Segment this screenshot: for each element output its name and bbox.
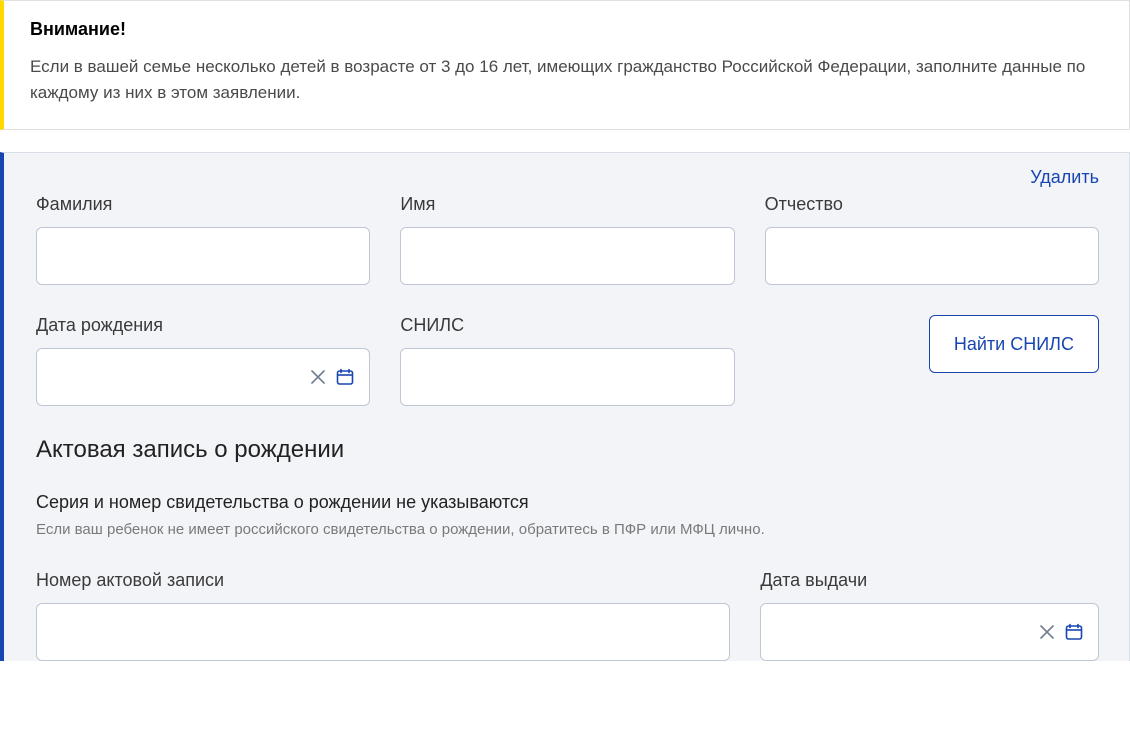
name-label: Имя	[400, 194, 734, 215]
issue-date-input[interactable]	[775, 604, 1034, 660]
name-input[interactable]	[400, 227, 734, 285]
birth-snils-row: Дата рождения СНИЛС Найти СНИЛС	[36, 315, 1099, 406]
birthdate-input[interactable]	[51, 349, 305, 405]
surname-field: Фамилия	[36, 194, 370, 285]
birth-record-subheading: Серия и номер свидетельства о рождении н…	[36, 492, 1099, 513]
patronymic-label: Отчество	[765, 194, 1099, 215]
birthdate-input-wrap	[36, 348, 370, 406]
surname-label: Фамилия	[36, 194, 370, 215]
issue-date-clear-button[interactable]	[1034, 619, 1060, 645]
issue-date-field: Дата выдачи	[760, 570, 1099, 661]
attention-alert: Внимание! Если в вашей семье несколько д…	[0, 0, 1130, 130]
calendar-icon	[335, 367, 355, 387]
alert-text: Если в вашей семье несколько детей в воз…	[30, 54, 1105, 105]
record-number-input[interactable]	[36, 603, 730, 661]
name-row: Фамилия Имя Отчество	[36, 194, 1099, 285]
surname-input[interactable]	[36, 227, 370, 285]
issue-date-calendar-button[interactable]	[1060, 618, 1088, 646]
birth-record-heading: Актовая запись о рождении	[36, 436, 1099, 464]
alert-title: Внимание!	[30, 19, 1105, 40]
birthdate-label: Дата рождения	[36, 315, 370, 336]
calendar-icon	[1064, 622, 1084, 642]
snils-input[interactable]	[400, 348, 734, 406]
record-number-label: Номер актовой записи	[36, 570, 730, 591]
delete-row: Удалить	[36, 167, 1099, 188]
snils-label: СНИЛС	[400, 315, 734, 336]
birthdate-clear-button[interactable]	[305, 364, 331, 390]
birthdate-calendar-button[interactable]	[331, 363, 359, 391]
patronymic-field: Отчество	[765, 194, 1099, 285]
issue-date-input-wrap	[760, 603, 1099, 661]
delete-link[interactable]: Удалить	[1030, 167, 1099, 187]
record-number-field: Номер актовой записи	[36, 570, 730, 661]
find-snils-button[interactable]: Найти СНИЛС	[929, 315, 1099, 373]
close-icon	[1038, 623, 1056, 641]
issue-date-label: Дата выдачи	[760, 570, 1099, 591]
birthdate-field: Дата рождения	[36, 315, 370, 406]
close-icon	[309, 368, 327, 386]
find-snils-wrap: Найти СНИЛС	[765, 315, 1099, 406]
record-row: Номер актовой записи Дата выдачи	[36, 570, 1099, 661]
birth-record-help: Если ваш ребенок не имеет российского св…	[36, 521, 1099, 538]
patronymic-input[interactable]	[765, 227, 1099, 285]
snils-field: СНИЛС	[400, 315, 734, 406]
name-field: Имя	[400, 194, 734, 285]
child-form-panel: Удалить Фамилия Имя Отчество Дата рожден…	[0, 152, 1130, 661]
